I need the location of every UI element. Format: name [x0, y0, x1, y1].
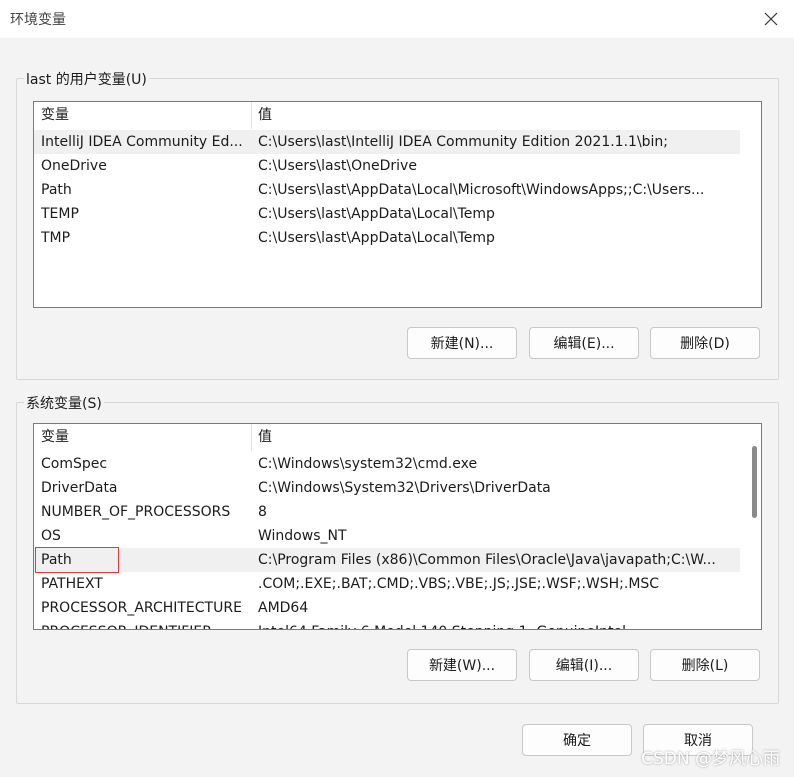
system-delete-button[interactable]: 删除(L): [650, 649, 760, 681]
var-value: C:\Windows\system32\cmd.exe: [258, 456, 478, 472]
var-name: PROCESSOR_ARCHITECTURE: [41, 600, 242, 616]
table-row[interactable]: PATHEXT .COM;.EXE;.BAT;.CMD;.VBS;.VBE;.J…: [34, 572, 740, 596]
table-row[interactable]: Path C:\Users\last\AppData\Local\Microso…: [34, 178, 740, 202]
var-value: Intel64 Family 6 Model 140 Stepping 1, G…: [258, 620, 736, 629]
var-name: TMP: [41, 230, 71, 246]
system-vars-scrollbar[interactable]: [747, 424, 761, 629]
var-value: C:\Users\last\OneDrive: [258, 158, 417, 174]
close-icon: [764, 12, 778, 26]
var-value: C:\Users\last\AppData\Local\Microsoft\Wi…: [258, 182, 705, 198]
table-row[interactable]: NUMBER_OF_PROCESSORS 8: [34, 500, 740, 524]
table-row[interactable]: ComSpec C:\Windows\system32\cmd.exe: [34, 452, 740, 476]
path-highlight-box: [35, 547, 119, 573]
column-divider[interactable]: [251, 424, 252, 451]
user-vars-header: 变量 值: [34, 102, 761, 129]
var-name: ComSpec: [41, 456, 108, 472]
var-value: C:\Users\last\AppData\Local\Temp: [258, 230, 495, 246]
var-value: .COM;.EXE;.BAT;.CMD;.VBS;.VBE;.JS;.JSE;.…: [258, 576, 660, 592]
scrollbar-thumb[interactable]: [752, 446, 757, 518]
table-row[interactable]: OneDrive C:\Users\last\OneDrive: [34, 154, 740, 178]
user-edit-button[interactable]: 编辑(E)...: [529, 327, 639, 359]
var-value: C:\Users\last\IntelliJ IDEA Community Ed…: [258, 134, 669, 150]
var-name: IntelliJ IDEA Community Ed...: [41, 134, 243, 150]
ok-button[interactable]: 确定: [522, 724, 632, 756]
var-value: C:\Program Files (x86)\Common Files\Orac…: [258, 552, 716, 568]
user-vars-list[interactable]: 变量 值 IntelliJ IDEA Community Ed... C:\Us…: [33, 101, 762, 308]
column-divider[interactable]: [251, 102, 252, 129]
user-new-button[interactable]: 新建(N)...: [407, 327, 517, 359]
var-value: C:\Users\last\AppData\Local\Temp: [258, 206, 495, 222]
table-row[interactable]: IntelliJ IDEA Community Ed... C:\Users\l…: [34, 130, 740, 154]
column-header-value[interactable]: 值: [258, 424, 272, 451]
close-button[interactable]: [748, 0, 794, 38]
system-new-button[interactable]: 新建(W)...: [407, 649, 517, 681]
column-header-name[interactable]: 变量: [41, 424, 251, 451]
system-vars-header: 变量 值: [34, 424, 740, 451]
table-row[interactable]: DriverData C:\Windows\System32\Drivers\D…: [34, 476, 740, 500]
system-vars-label: 系统变量(S): [24, 393, 104, 413]
var-value: AMD64: [258, 600, 309, 616]
var-name: DriverData: [41, 480, 118, 496]
table-row[interactable]: TMP C:\Users\last\AppData\Local\Temp: [34, 226, 740, 250]
var-name: NUMBER_OF_PROCESSORS: [41, 504, 231, 520]
table-row-path[interactable]: Path C:\Program Files (x86)\Common Files…: [34, 548, 740, 572]
column-header-name[interactable]: 变量: [41, 102, 251, 129]
var-name: OS: [41, 528, 61, 544]
table-row[interactable]: TEMP C:\Users\last\AppData\Local\Temp: [34, 202, 740, 226]
var-name: TEMP: [41, 206, 79, 222]
var-name: OneDrive: [41, 158, 107, 174]
table-row[interactable]: OS Windows_NT: [34, 524, 740, 548]
var-name: PATHEXT: [41, 576, 103, 592]
var-value: C:\Windows\System32\Drivers\DriverData: [258, 480, 551, 496]
column-header-value[interactable]: 值: [258, 102, 272, 129]
title-bar: 环境变量: [0, 0, 794, 38]
user-vars-label: last 的用户变量(U): [24, 69, 149, 89]
window-title: 环境变量: [10, 12, 66, 28]
table-row[interactable]: PROCESSOR_IDENTIFIER Intel64 Family 6 Mo…: [34, 620, 740, 629]
var-value: Windows_NT: [258, 528, 347, 544]
system-vars-list[interactable]: 变量 值 ComSpec C:\Windows\system32\cmd.exe…: [33, 423, 762, 630]
var-name: Path: [41, 182, 72, 198]
var-value: 8: [258, 504, 267, 520]
system-edit-button[interactable]: 编辑(I)...: [529, 649, 639, 681]
table-row[interactable]: PROCESSOR_ARCHITECTURE AMD64: [34, 596, 740, 620]
user-delete-button[interactable]: 删除(D): [650, 327, 760, 359]
var-name: PROCESSOR_IDENTIFIER: [41, 620, 251, 629]
watermark: CSDN @梦风心雨: [641, 749, 780, 769]
